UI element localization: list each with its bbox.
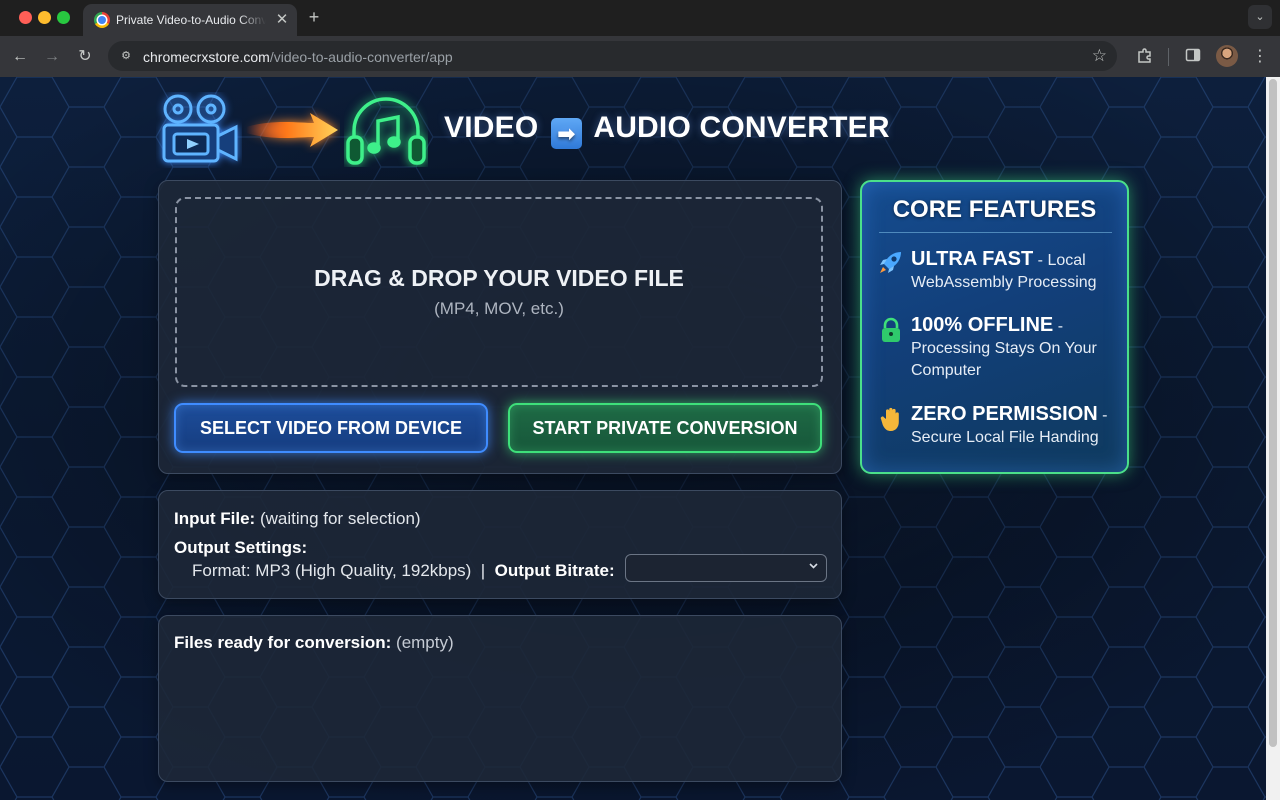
maximize-window-button[interactable] bbox=[57, 11, 70, 24]
files-ready-label: Files ready for conversion: bbox=[174, 633, 392, 652]
new-tab-icon[interactable]: + bbox=[303, 6, 325, 28]
video-dropzone[interactable]: DRAG & DROP YOUR VIDEO FILE (MP4, MOV, e… bbox=[175, 197, 823, 387]
site-info-icon[interactable]: ⚙ bbox=[117, 47, 135, 65]
feature-zero-permission: ZERO PERMISSION - Secure Local File Hand… bbox=[911, 403, 1123, 449]
input-file-row: Input File: (waiting for selection) bbox=[174, 509, 421, 529]
back-arrow-icon[interactable]: ← bbox=[8, 45, 32, 69]
more-menu-icon[interactable]: ⋮ bbox=[1250, 47, 1270, 67]
feature-offline-dash: - bbox=[1053, 318, 1064, 335]
output-bitrate-label: Output Bitrate: bbox=[494, 561, 615, 580]
feature-offline: 100% OFFLINE - Processing Stays On Your … bbox=[911, 314, 1123, 382]
title-video-text: VIDEO bbox=[444, 111, 539, 144]
right-arrow-icon: ➡ bbox=[550, 118, 582, 149]
feature-ultra-fast: ULTRA FAST - Local WebAssembly Processin… bbox=[911, 248, 1123, 294]
select-video-button[interactable]: SELECT VIDEO FROM DEVICE bbox=[174, 403, 488, 453]
tab-title: Private Video-to-Audio Converter bbox=[116, 13, 266, 27]
page-scrollbar[interactable] bbox=[1266, 77, 1280, 800]
upload-panel: DRAG & DROP YOUR VIDEO FILE (MP4, MOV, e… bbox=[158, 180, 842, 474]
tab-search-chevron-icon[interactable]: ⌄ bbox=[1248, 5, 1272, 29]
chevron-down-icon bbox=[808, 560, 819, 574]
url-host: chromecrxstore.com bbox=[143, 49, 270, 65]
output-bitrate-select[interactable] bbox=[625, 554, 827, 582]
hand-icon bbox=[880, 407, 899, 431]
app-page: VIDEO ➡ AUDIO CONVERTER DRAG & DROP YOUR… bbox=[0, 77, 1266, 800]
url-path: /video-to-audio-converter/app bbox=[269, 49, 453, 65]
scrollbar-thumb[interactable] bbox=[1269, 79, 1277, 747]
input-file-label: Input File: bbox=[174, 509, 256, 528]
close-window-button[interactable] bbox=[19, 11, 32, 24]
feature-ultra-fast-heading: ULTRA FAST bbox=[911, 248, 1034, 270]
feature-zero-permission-heading: ZERO PERMISSION bbox=[911, 403, 1098, 425]
side-panel-icon[interactable] bbox=[1183, 47, 1203, 67]
output-settings-row: Output Settings: bbox=[174, 538, 307, 558]
feature-zero-permission-dash: - bbox=[1097, 407, 1108, 424]
rocket-icon bbox=[880, 252, 901, 273]
files-ready-panel: Files ready for conversion: (empty) bbox=[158, 615, 842, 782]
files-ready-value: (empty) bbox=[396, 633, 454, 652]
headphones-music-icon bbox=[346, 97, 426, 165]
title-audio-text: AUDIO CONVERTER bbox=[593, 111, 890, 144]
start-conversion-button[interactable]: START PRIVATE CONVERSION bbox=[508, 403, 822, 453]
tab-close-icon[interactable]: ✕ bbox=[273, 11, 291, 29]
dropzone-title: DRAG & DROP YOUR VIDEO FILE bbox=[314, 265, 684, 291]
chrome-favicon-icon bbox=[94, 12, 110, 28]
feature-offline-text: Processing Stays On Your Computer bbox=[911, 340, 1097, 379]
dropzone-subtitle: (MP4, MOV, etc.) bbox=[434, 299, 564, 318]
toolbar-divider bbox=[1168, 48, 1169, 66]
feature-zero-permission-text: Secure Local File Handing bbox=[911, 429, 1099, 446]
browser-tab-active[interactable]: Private Video-to-Audio Converter ✕ bbox=[83, 4, 297, 36]
core-features-card: CORE FEATURES ULTRA FAST - Local WebAsse… bbox=[860, 180, 1129, 474]
browser-toolbar: ← → ↻ ⚙ chromecrxstore.com/video-to-audi… bbox=[0, 36, 1280, 77]
format-text: Format: MP3 (High Quality, 192kbps) bbox=[192, 561, 472, 580]
profile-avatar[interactable] bbox=[1216, 45, 1238, 67]
feature-ultra-fast-dash: - bbox=[1033, 252, 1048, 269]
address-bar[interactable]: ⚙ chromecrxstore.com/video-to-audio-conv… bbox=[108, 41, 1117, 71]
core-features-title: CORE FEATURES bbox=[892, 196, 1097, 223]
video-camera-icon bbox=[162, 94, 238, 163]
flaming-arrow-icon bbox=[246, 113, 338, 147]
features-divider bbox=[879, 232, 1112, 233]
format-row: Format: MP3 (High Quality, 192kbps) | Ou… bbox=[192, 561, 615, 581]
feature-offline-heading: 100% OFFLINE bbox=[911, 314, 1054, 336]
bookmark-star-icon[interactable]: ☆ bbox=[1092, 46, 1107, 66]
files-ready-row: Files ready for conversion: (empty) bbox=[174, 633, 454, 653]
lock-icon bbox=[882, 317, 900, 342]
url-text[interactable]: chromecrxstore.com/video-to-audio-conver… bbox=[143, 49, 453, 65]
output-settings-label: Output Settings: bbox=[174, 538, 308, 557]
reload-icon[interactable]: ↻ bbox=[73, 45, 97, 69]
extensions-puzzle-icon[interactable] bbox=[1135, 47, 1155, 67]
app-title: VIDEO ➡ AUDIO CONVERTER bbox=[444, 111, 890, 149]
minimize-window-button[interactable] bbox=[38, 11, 51, 24]
browser-tabstrip: Private Video-to-Audio Converter ✕ + ⌄ bbox=[0, 0, 1280, 36]
input-file-value: (waiting for selection) bbox=[259, 509, 421, 528]
settings-panel: Input File: (waiting for selection) Outp… bbox=[158, 490, 842, 599]
format-separator: | bbox=[480, 561, 486, 580]
forward-arrow-icon[interactable]: → bbox=[40, 45, 64, 69]
